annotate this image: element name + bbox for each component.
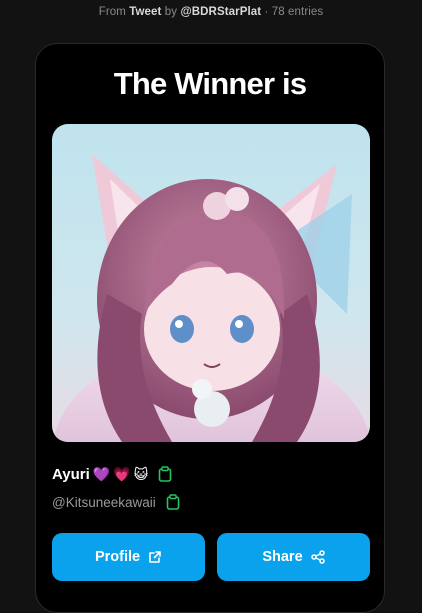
source-separator: · — [264, 6, 269, 18]
winner-handle-row: @Kitsuneekawaii — [52, 492, 180, 512]
winner-title: The Winner is — [113, 66, 307, 101]
share-button[interactable]: Share — [217, 533, 370, 581]
profile-button-label: Profile — [94, 549, 141, 565]
purple-heart-emoji: 💜 — [92, 465, 111, 482]
external-link-icon — [149, 551, 161, 563]
winner-handle: @Kitsuneekawaii — [52, 494, 156, 510]
clipboard-icon[interactable] — [158, 466, 172, 482]
winner-avatar — [52, 124, 370, 442]
winner-card: The Winner is Ayuri 💜 💗 😺 @Kitsuneekawai… — [35, 43, 385, 613]
source-line: From Tweet by @BDRStarPlat · 78 entries — [0, 6, 422, 18]
share-button-label: Share — [262, 549, 303, 565]
cat-emoji: 😺 — [133, 465, 149, 482]
profile-button[interactable]: Profile — [52, 533, 205, 581]
source-by: by — [164, 6, 178, 18]
source-entries: 78 entries — [271, 6, 324, 18]
winner-name-row: Ayuri 💜 💗 😺 — [52, 464, 172, 484]
share-icon — [310, 550, 325, 564]
source-platform[interactable]: Tweet — [129, 6, 161, 18]
source-prefix: From — [98, 6, 126, 18]
pink-heart-emoji: 💗 — [113, 465, 131, 482]
winner-name: Ayuri — [52, 465, 90, 483]
clipboard-icon[interactable] — [166, 494, 180, 510]
source-author[interactable]: @BDRStarPlat — [180, 6, 261, 18]
